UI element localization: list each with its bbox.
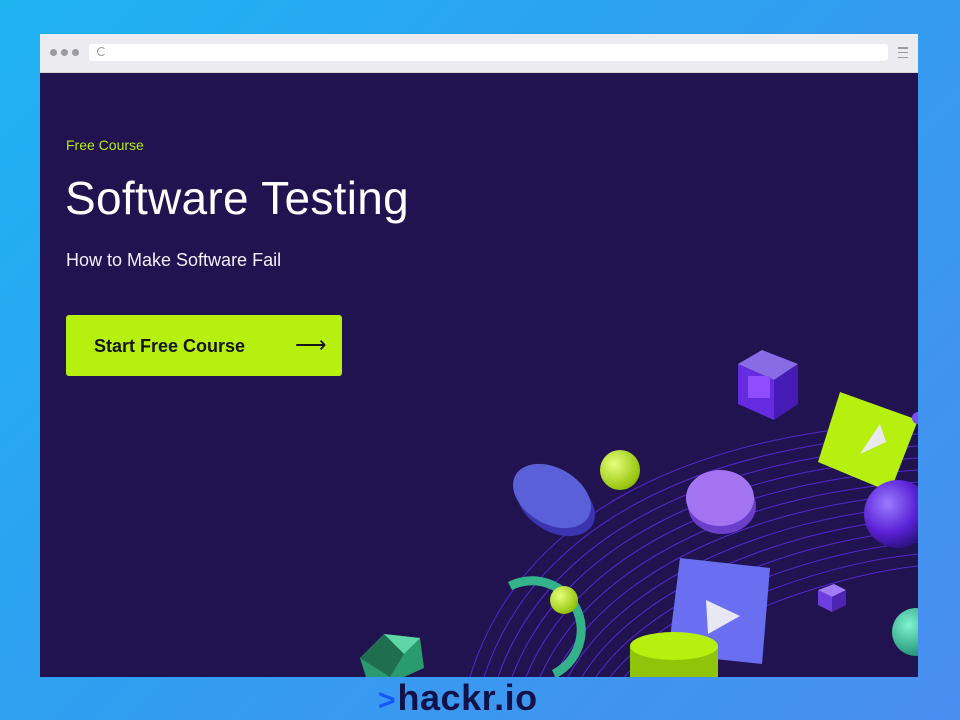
- hero-illustration: [360, 350, 918, 677]
- green-gem: [360, 634, 424, 677]
- small-violet-cube: [818, 584, 846, 612]
- purple-cube: [738, 350, 798, 420]
- purple-sphere: [864, 480, 918, 548]
- blue-disc: [513, 463, 595, 537]
- hackr-logo[interactable]: > hackr.io: [378, 678, 538, 720]
- lime-diamond: [818, 392, 918, 492]
- small-lime-sphere: [550, 586, 578, 614]
- lime-cylinder: [630, 632, 718, 677]
- lime-sphere: [600, 450, 640, 490]
- browser-window: Free Course Software Testing How to Make…: [40, 34, 918, 677]
- brand-name: hackr.io: [397, 677, 538, 718]
- teal-sphere: [892, 608, 918, 656]
- brand-chevron: >: [378, 684, 396, 717]
- violet-disc: [686, 470, 756, 534]
